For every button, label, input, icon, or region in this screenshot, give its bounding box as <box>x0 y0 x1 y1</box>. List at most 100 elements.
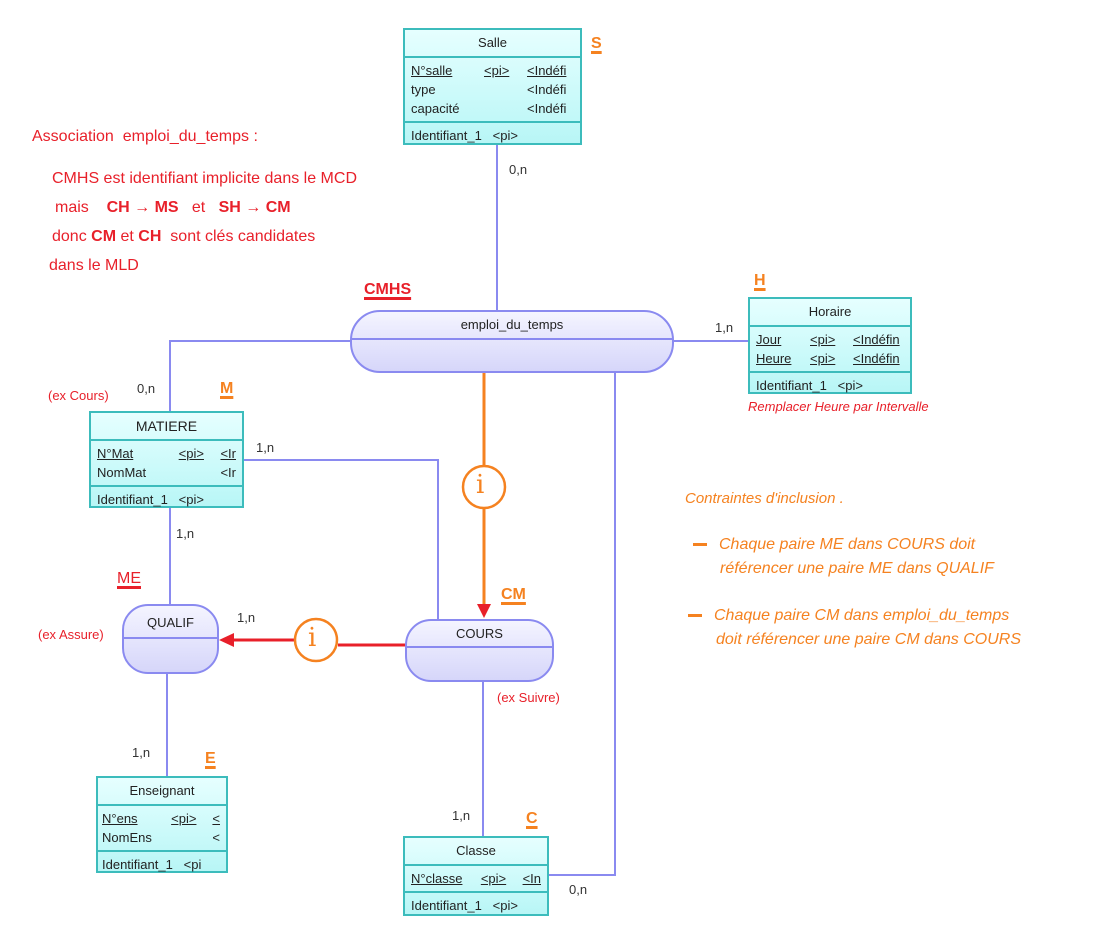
note-text: donc <box>52 228 87 245</box>
note-text: Association <box>32 128 114 145</box>
attr-key: <pi> <box>810 332 836 347</box>
card-cours-classe: 1,n <box>452 808 471 823</box>
attr-name: N°ens <box>102 811 138 826</box>
attr-type: <Indéfi <box>527 82 567 97</box>
label-h: H <box>754 272 766 289</box>
inclusion-title: Contraintes d'inclusion . <box>685 490 844 507</box>
identifier: Identifiant_1 <pi> <box>97 492 204 507</box>
arrowhead <box>477 604 491 618</box>
association-cours[interactable]: COURS <box>405 619 554 682</box>
entity-matiere[interactable]: MATIERE N°Mat <pi> <Ir NomMat <Ir Identifia… <box>89 411 244 508</box>
entity-classe[interactable]: Classe N°classe <pi> <In Identifiant_1 <pi… <box>403 836 549 916</box>
qualif-note: (ex Assure) <box>38 627 104 642</box>
attr-name: Heure <box>756 351 792 366</box>
note-text: sont clés candidates <box>170 228 316 245</box>
note-text: SH → CM <box>218 199 291 216</box>
attr-name: NomMat <box>97 465 147 480</box>
note-line2: CMHS est identifiant implicite dans le M… <box>52 170 357 187</box>
card-horaire: 1,n <box>715 320 734 335</box>
note-text: et <box>191 199 206 216</box>
card-emploi-classe: 0,n <box>569 882 588 897</box>
constraint-2-cont: doit référencer une paire CM dans COURS <box>716 631 1022 648</box>
label-m: M <box>220 380 234 397</box>
entity-title: Enseignant <box>98 778 226 806</box>
label-s: S <box>591 35 602 52</box>
entity-salle[interactable]: Salle N°salle <pi> <Indéfi type <Indéfi cap… <box>403 28 582 145</box>
attr-type: < <box>212 830 220 845</box>
label-c: C <box>526 810 538 827</box>
entity-title: Classe <box>405 838 547 866</box>
inclusion-symbol: i <box>476 470 485 500</box>
entity-title: Horaire <box>750 299 910 327</box>
attr-type: <Indéfin <box>853 351 900 366</box>
entity-title: Salle <box>405 30 580 58</box>
matiere-note: (ex Cours) <box>48 388 109 403</box>
attr-name: type <box>411 82 436 97</box>
association-title: COURS <box>407 621 552 648</box>
horaire-note: Remplacer Heure par Intervalle <box>748 399 929 414</box>
attr-type: <Ir <box>220 465 236 480</box>
attr-type: <In <box>522 871 541 886</box>
card-salle: 0,n <box>509 162 528 177</box>
label-e: E <box>205 750 216 767</box>
constraint-text: Chaque paire ME dans COURS doit <box>719 536 976 553</box>
note-text: emploi_du_temps : <box>122 128 258 145</box>
attr-key: <pi> <box>480 871 507 886</box>
card-qualif-cours: 1,n <box>237 610 256 625</box>
inclusion-symbol: i <box>308 623 317 653</box>
card-matiere-cours: 1,n <box>256 440 275 455</box>
link-emploi-classe <box>548 372 616 876</box>
card-qualif-enseignant: 1,n <box>132 745 151 760</box>
attr-key: <pi> <box>171 811 197 826</box>
entity-title: MATIERE <box>91 413 242 441</box>
association-title: emploi_du_temps <box>352 312 672 340</box>
link-matiere-cours <box>243 459 439 619</box>
note-text: CH → MS <box>106 199 179 216</box>
constraint-2: Chaque paire CM dans emploi_du_temps <box>688 607 1009 625</box>
association-emploi-du-temps[interactable]: emploi_du_temps <box>350 310 674 373</box>
attr-key: <pi> <box>178 446 204 461</box>
note-text: et <box>120 228 134 245</box>
link-emploi-matiere <box>169 340 350 411</box>
attr-name: capacité <box>411 101 460 116</box>
cours-note: (ex Suivre) <box>497 690 560 705</box>
label-cm: CM <box>501 586 526 603</box>
card-matiere-qualif: 1,n <box>176 526 195 541</box>
label-cmhs: CMHS <box>364 281 412 298</box>
note-line3: mais CH → MS et SH → CM <box>55 199 291 217</box>
entity-enseignant[interactable]: Enseignant N°ens <pi> < NomEns < Identifian… <box>96 776 228 873</box>
identifier: Identifiant_1 <pi <box>102 857 202 872</box>
card-matiere-emploi: 0,n <box>137 381 156 396</box>
note-line5: dans le MLD <box>49 257 139 274</box>
attr-name: N°Mat <box>97 446 134 461</box>
attr-type: <Ir <box>220 446 236 461</box>
attr-key: <pi> <box>484 63 510 78</box>
dash-icon <box>693 543 707 547</box>
note-text: CH <box>138 228 162 245</box>
constraint-1: Chaque paire ME dans COURS doit <box>693 536 975 554</box>
identifier: Identifiant_1 <pi> <box>756 378 863 393</box>
attr-name: N°salle <box>411 63 453 78</box>
dash-icon <box>688 614 702 618</box>
attr-type: <Indéfi <box>527 63 567 78</box>
attr-name: Jour <box>756 332 782 347</box>
note-line1: Association emploi_du_temps : <box>32 128 258 146</box>
note-text: CM <box>91 228 117 245</box>
note-text: mais <box>55 199 89 216</box>
attr-name: N°classe <box>411 871 463 886</box>
identifier: Identifiant_1 <pi> <box>411 898 518 913</box>
constraint-text: Chaque paire CM dans emploi_du_temps <box>714 607 1010 624</box>
identifier: Identifiant_1 <pi> <box>411 128 518 143</box>
arrowhead <box>219 633 234 647</box>
association-qualif[interactable]: QUALIF <box>122 604 219 674</box>
label-me: ME <box>117 570 141 587</box>
note-line4: donc CM et CH sont clés candidates <box>52 228 315 246</box>
attr-type: < <box>212 811 220 826</box>
attr-key: <pi> <box>810 351 836 366</box>
attr-type: <Indéfin <box>853 332 900 347</box>
attr-type: <Indéfi <box>527 101 567 116</box>
entity-horaire[interactable]: Horaire Jour <pi> <Indéfin Heure <pi> <Indéf… <box>748 297 912 394</box>
association-title: QUALIF <box>124 606 217 639</box>
constraint-1-cont: référencer une paire ME dans QUALIF <box>720 560 994 577</box>
attr-name: NomEns <box>102 830 152 845</box>
